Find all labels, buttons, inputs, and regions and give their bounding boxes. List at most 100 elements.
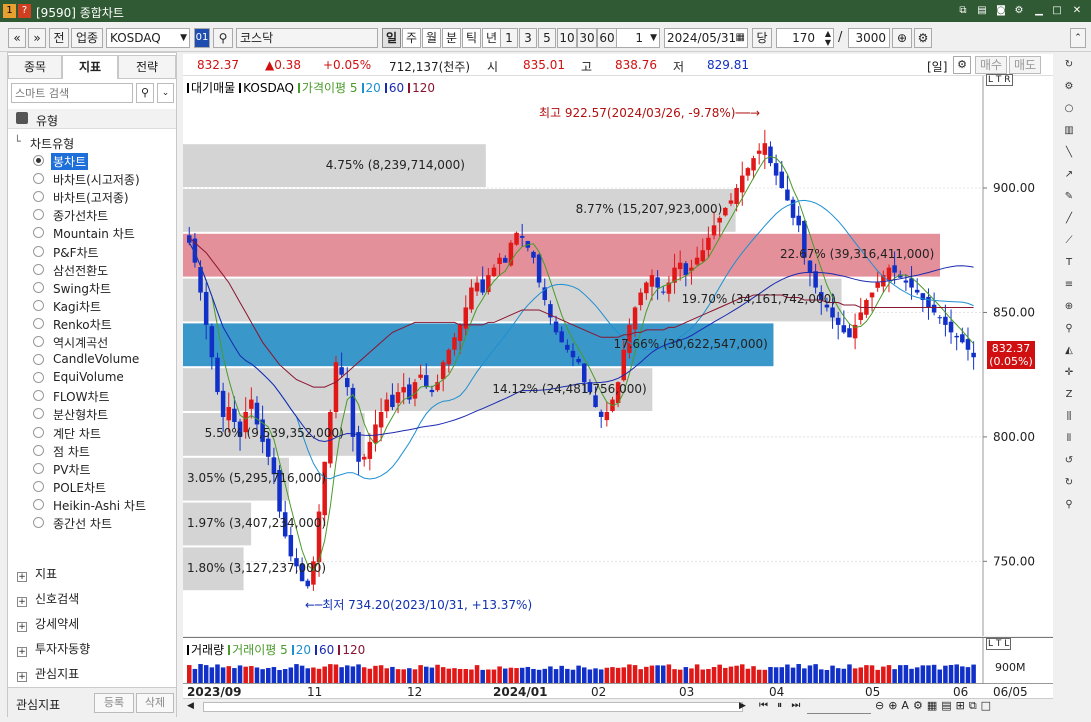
diagonal-line-icon[interactable]: ╱ bbox=[1060, 210, 1078, 228]
radio-button[interactable] bbox=[33, 372, 44, 384]
undo-icon[interactable]: ↺ bbox=[1060, 452, 1078, 470]
period-button[interactable]: 월 bbox=[422, 28, 441, 48]
period-tag[interactable]: [일] bbox=[927, 58, 947, 75]
close-icon[interactable]: ✕ bbox=[1070, 4, 1084, 18]
chart-type-item[interactable]: Renko차트 bbox=[51, 316, 114, 333]
refresh-icon[interactable]: ↻ bbox=[1060, 56, 1078, 74]
volume-corner-label[interactable]: L T L bbox=[986, 638, 1012, 650]
redo-icon[interactable]: ↻ bbox=[1060, 474, 1078, 492]
chart-type-item[interactable]: 역시계곡선 bbox=[51, 334, 110, 351]
total-field[interactable]: 3000 bbox=[848, 28, 890, 48]
radio-button[interactable] bbox=[33, 462, 44, 474]
radio-button[interactable] bbox=[33, 317, 44, 329]
camera-icon[interactable]: ◙ bbox=[994, 4, 1008, 18]
period-button[interactable]: 틱 bbox=[462, 28, 481, 48]
search-icon[interactable]: ⚲ bbox=[136, 83, 154, 103]
radio-button[interactable] bbox=[33, 390, 44, 402]
radio-button[interactable] bbox=[33, 227, 44, 239]
calendar-icon[interactable]: ▦ bbox=[736, 29, 745, 47]
radio-button[interactable] bbox=[33, 498, 44, 510]
radio-button[interactable] bbox=[33, 480, 44, 492]
chart-type-item[interactable]: 봉차트 bbox=[51, 153, 89, 170]
price-chart[interactable]: 750.00 800.00 850.00 900.00 대기매물 KOSDAQ 가격이평 … bbox=[183, 74, 1053, 636]
dang-button[interactable]: 당 bbox=[752, 28, 772, 48]
link-icon[interactable]: ⧉ bbox=[956, 4, 970, 18]
chart-type-item[interactable]: 점 차트 bbox=[51, 443, 92, 460]
volume-panel[interactable]: 거래량 거래이평 5 20 60 120 900M L T L bbox=[183, 637, 1053, 684]
next-button[interactable]: » bbox=[28, 28, 46, 48]
magnify-icon[interactable]: ⚲ bbox=[1060, 320, 1078, 338]
chart-type-item[interactable]: PV차트 bbox=[51, 461, 93, 478]
radio-button[interactable] bbox=[33, 263, 44, 275]
chart-type-item[interactable]: 계단 차트 bbox=[51, 425, 103, 442]
interval-button[interactable]: 60 bbox=[597, 28, 617, 48]
stepper-arrows-icon[interactable]: ▲ ▼ bbox=[825, 29, 831, 47]
radio-button[interactable] bbox=[33, 173, 44, 185]
maximize-icon[interactable]: □ bbox=[1050, 4, 1064, 18]
section-item[interactable]: + 신호검색 bbox=[17, 590, 79, 607]
period-button[interactable]: 년 bbox=[482, 28, 501, 48]
interval-button[interactable]: 10 bbox=[557, 28, 577, 48]
chart-icon[interactable]: ▥ bbox=[1060, 122, 1078, 140]
radio-button[interactable] bbox=[33, 354, 44, 366]
scroll-left-icon[interactable]: ◀ bbox=[187, 701, 197, 713]
chart-type-item[interactable]: FLOW차트 bbox=[51, 388, 112, 405]
interval-button[interactable]: 30 bbox=[577, 28, 597, 48]
playback-controls[interactable]: ⏮︎ ⏸︎ ⏭︎ bbox=[759, 700, 803, 711]
jeon-button[interactable]: 전 bbox=[49, 28, 69, 48]
radio-button[interactable] bbox=[33, 336, 44, 347]
zoom-slider[interactable] bbox=[807, 700, 871, 714]
collapse-icon[interactable]: ⌃ bbox=[1070, 28, 1086, 48]
chart-type-item[interactable]: Mountain 차트 bbox=[51, 225, 137, 242]
smart-search-field[interactable] bbox=[12, 84, 130, 102]
cross-icon[interactable]: ✛ bbox=[1060, 364, 1078, 382]
smart-search-input[interactable] bbox=[11, 83, 133, 103]
minimize-icon[interactable]: ▁ bbox=[1032, 4, 1046, 18]
chart-type-group[interactable]: 차트유형 bbox=[30, 135, 74, 152]
delete-button[interactable]: 삭제 bbox=[136, 693, 174, 713]
line-tool-icon[interactable]: ╲ bbox=[1060, 144, 1078, 162]
radio-button[interactable] bbox=[33, 408, 44, 420]
gear-icon[interactable]: ⚙ bbox=[1012, 4, 1026, 18]
text-tool-icon[interactable]: T bbox=[1060, 254, 1078, 272]
type-header[interactable]: 유형 bbox=[8, 109, 176, 129]
zigzag-icon[interactable]: Z bbox=[1060, 386, 1078, 404]
gear-icon[interactable]: ⚙ bbox=[953, 56, 971, 74]
register-button[interactable]: 등록 bbox=[94, 693, 134, 713]
scroll-track[interactable] bbox=[203, 702, 743, 712]
period-button[interactable]: 일 bbox=[382, 28, 401, 48]
buy-button[interactable]: 매수 bbox=[975, 56, 1007, 74]
radio-button[interactable] bbox=[33, 209, 44, 221]
chart-type-item[interactable]: 바차트(고저종) bbox=[51, 189, 131, 206]
help-badge[interactable]: ? bbox=[18, 4, 31, 18]
trend-line-icon[interactable]: ⟋ bbox=[1060, 232, 1078, 250]
search-icon[interactable]: ⚲ bbox=[1060, 496, 1078, 514]
symbol-select[interactable]: KOSDAQ ▼ bbox=[106, 28, 190, 48]
chart-type-item[interactable]: P&F차트 bbox=[51, 244, 101, 261]
chart-type-item[interactable]: 종간선 차트 bbox=[51, 515, 114, 532]
radio-button[interactable] bbox=[33, 155, 44, 166]
interval-button[interactable]: 5 bbox=[538, 28, 556, 48]
pen-icon[interactable]: ✎ bbox=[1060, 188, 1078, 206]
section-item[interactable]: + 강세약세 bbox=[17, 615, 79, 632]
date-input[interactable]: 2024/05/31 ▦ bbox=[664, 28, 748, 48]
count-select[interactable]: 1 ▼ bbox=[616, 28, 660, 48]
zoom-controls[interactable]: ⊖⊕A⚙▦▤⊞⧉□ bbox=[875, 699, 995, 713]
gear-icon[interactable]: ⚙ bbox=[1060, 78, 1078, 96]
bars-stepper[interactable]: 170 ▲ ▼ bbox=[776, 28, 834, 48]
period-button[interactable]: 분 bbox=[442, 28, 461, 48]
chart-type-item[interactable]: 삼선전환도 bbox=[51, 262, 110, 279]
chart-scrollbar[interactable]: ◀ ▶ ⏮︎ ⏸︎ ⏭︎ ⊖⊕A⚙▦▤⊞⧉□ bbox=[183, 698, 1053, 715]
radio-button[interactable] bbox=[33, 444, 44, 456]
chart-type-item[interactable]: 바차트(시고저종) bbox=[51, 171, 142, 188]
columns-icon[interactable]: ⦀ bbox=[1060, 430, 1078, 448]
chart-type-item[interactable]: Kagi차트 bbox=[51, 298, 103, 315]
tab-indicator[interactable]: 지표 bbox=[62, 55, 118, 79]
arrow-tool-icon[interactable]: ↗ bbox=[1060, 166, 1078, 184]
expand-icon[interactable]: ⌄ bbox=[157, 83, 174, 103]
bars-icon[interactable]: ⫼ bbox=[1060, 408, 1078, 426]
code-button[interactable]: 01 bbox=[194, 28, 210, 48]
section-item[interactable]: + 관심지표 bbox=[17, 665, 79, 682]
copy-icon[interactable]: ▤ bbox=[975, 4, 989, 18]
radio-button[interactable] bbox=[33, 426, 44, 438]
